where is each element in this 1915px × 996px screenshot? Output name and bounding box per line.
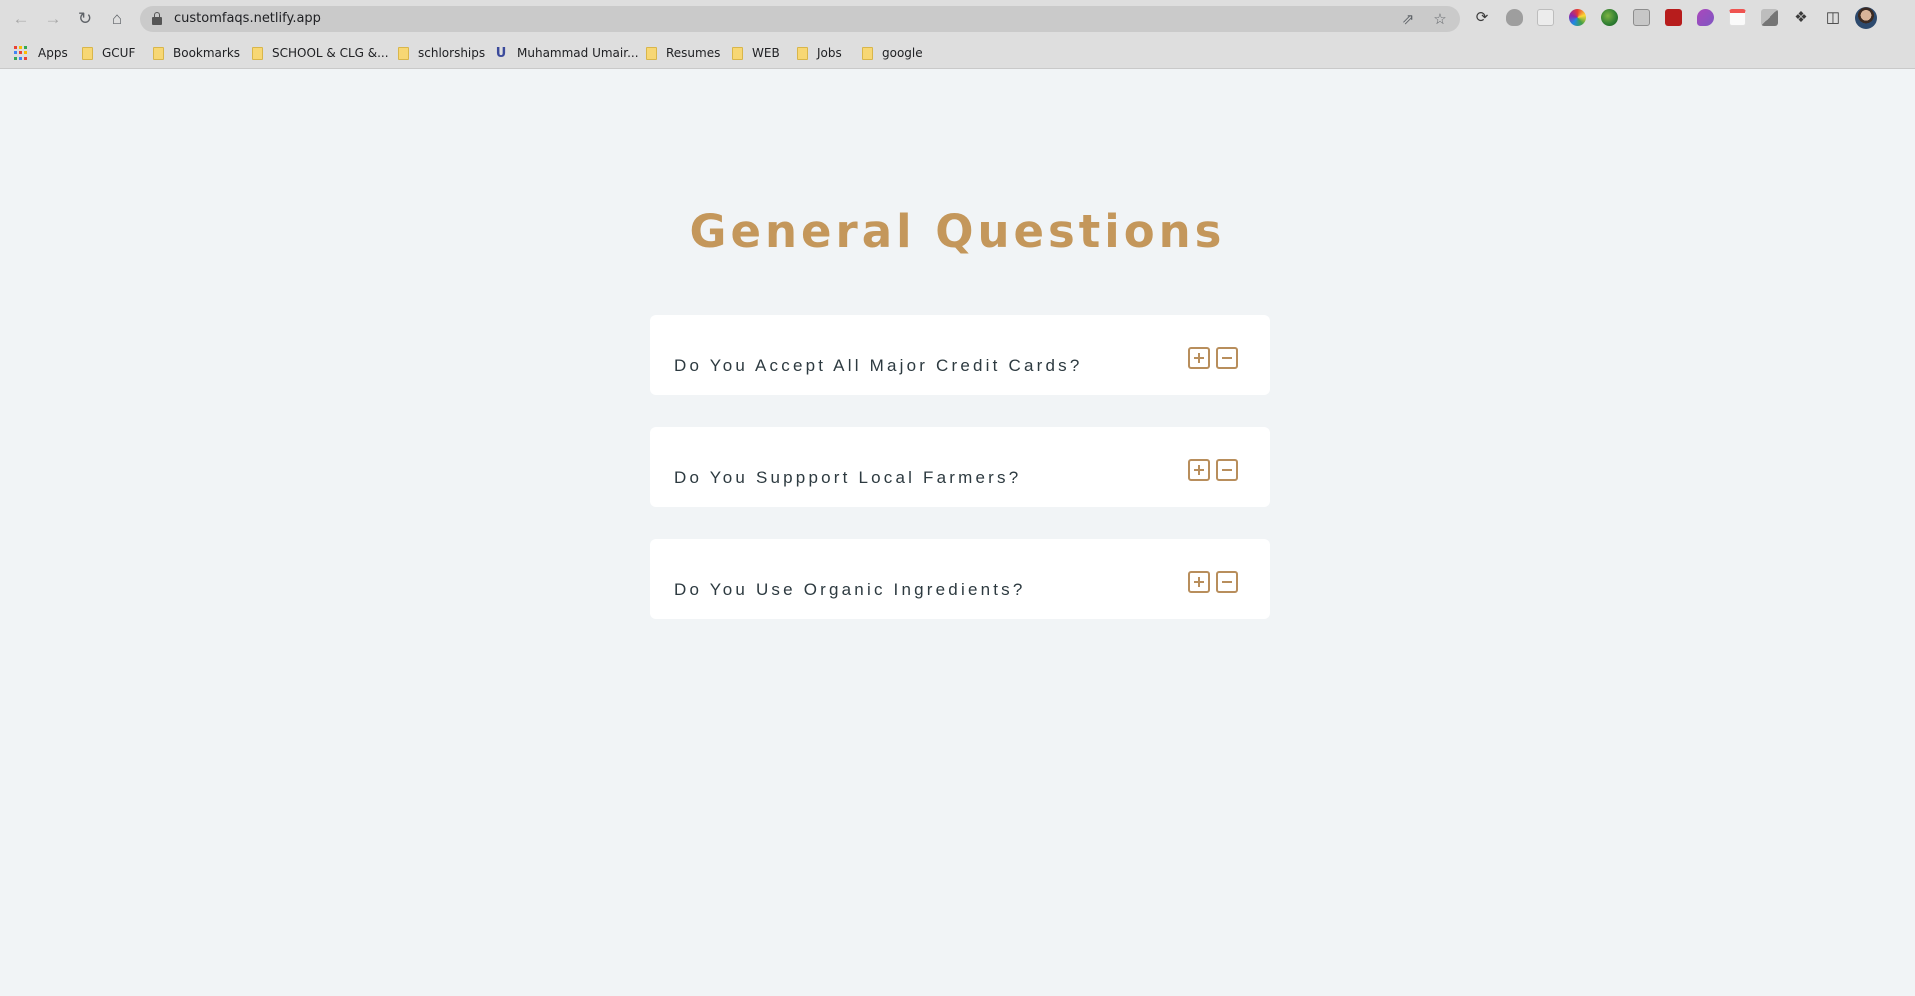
faq-item[interactable]: Do You Use Organic Ingredients? <box>650 539 1270 619</box>
faq-list: Do You Accept All Major Credit Cards? Do… <box>650 315 1270 651</box>
bookmark-label: SCHOOL & CLG &... <box>272 46 389 60</box>
bookmark-school-clg[interactable]: SCHOOL & CLG &... <box>252 43 389 63</box>
bookmark-google[interactable]: google <box>862 43 923 63</box>
folder-icon <box>82 46 93 60</box>
expand-plus-icon[interactable] <box>1188 459 1210 481</box>
bookmark-label: WEB <box>752 46 780 60</box>
faq-item[interactable]: Do You Suppport Local Farmers? <box>650 427 1270 507</box>
expand-plus-icon[interactable] <box>1188 571 1210 593</box>
bookmarks-bar: Apps GCUF Bookmarks SCHOOL & CLG &... sc… <box>0 37 1915 69</box>
bookmark-label: GCUF <box>102 46 136 60</box>
color-picker-extension-icon[interactable] <box>1569 9 1586 26</box>
shield-extension-icon[interactable] <box>1506 9 1523 26</box>
folder-icon <box>797 46 808 60</box>
browser-toolbar: ← → ↻ ⌂ customfaqs.netlify.app ⇗ ☆ ⟳ ❖ ◫ <box>0 0 1915 37</box>
profile-avatar[interactable] <box>1855 7 1877 29</box>
collapse-minus-icon[interactable] <box>1216 459 1238 481</box>
bookmark-label: Muhammad Umair... <box>517 46 639 60</box>
bookmark-label: Apps <box>38 46 68 60</box>
forward-arrow-icon[interactable]: → <box>40 6 66 32</box>
home-icon[interactable]: ⌂ <box>104 6 130 32</box>
bookmark-label: google <box>882 46 923 60</box>
url-text[interactable]: customfaqs.netlify.app <box>174 11 321 26</box>
calendar-extension-icon[interactable] <box>1729 9 1746 26</box>
back-arrow-icon[interactable]: ← <box>8 6 34 32</box>
folder-icon <box>398 46 409 60</box>
folder-icon <box>646 46 657 60</box>
bookmark-web[interactable]: WEB <box>732 43 780 63</box>
extensions-puzzle-icon[interactable]: ❖ <box>1791 7 1811 27</box>
folder-icon <box>252 46 263 60</box>
collapse-minus-icon[interactable] <box>1216 347 1238 369</box>
faq-question[interactable]: Do You Use Organic Ingredients? <box>674 580 1026 600</box>
bookmark-gcuf[interactable]: GCUF <box>82 43 135 63</box>
bookmark-label: Resumes <box>666 46 721 60</box>
globe-extension-icon[interactable] <box>1601 9 1618 26</box>
folder-icon <box>732 46 743 60</box>
bookmark-star-icon[interactable]: ☆ <box>1430 9 1450 29</box>
folder-icon <box>862 46 873 60</box>
paint-extension-icon[interactable] <box>1697 9 1714 26</box>
bookmark-label: Jobs <box>817 46 842 60</box>
address-bar[interactable]: customfaqs.netlify.app ⇗ ☆ <box>140 6 1460 32</box>
bookmark-jobs[interactable]: Jobs <box>797 43 842 63</box>
wappalyzer-extension-icon[interactable] <box>1665 9 1682 26</box>
bookmark-bookmarks[interactable]: Bookmarks <box>153 43 240 63</box>
page-content: General Questions Do You Accept All Majo… <box>0 70 1915 996</box>
bookmark-apps[interactable]: Apps <box>14 43 68 63</box>
bookmark-muhammad-umair[interactable]: U Muhammad Umair... <box>494 43 639 63</box>
bookmark-label: Bookmarks <box>173 46 241 60</box>
sync-extension-icon[interactable]: ⟳ <box>1472 7 1492 27</box>
faq-question[interactable]: Do You Accept All Major Credit Cards? <box>674 356 1083 376</box>
reload-icon[interactable]: ↻ <box>72 6 98 32</box>
faq-question[interactable]: Do You Suppport Local Farmers? <box>674 468 1021 488</box>
lock-icon <box>152 12 162 25</box>
page-title: General Questions <box>689 205 1226 258</box>
faq-item[interactable]: Do You Accept All Major Credit Cards? <box>650 315 1270 395</box>
apps-grid-icon <box>14 46 28 60</box>
collapse-minus-icon[interactable] <box>1216 571 1238 593</box>
window-extension-icon[interactable] <box>1633 9 1650 26</box>
screenshot-extension-icon[interactable] <box>1537 9 1554 26</box>
folder-icon <box>153 46 164 60</box>
share-icon[interactable]: ⇗ <box>1398 9 1418 29</box>
bookmark-resumes[interactable]: Resumes <box>646 43 720 63</box>
side-panel-icon[interactable]: ◫ <box>1823 7 1843 27</box>
bookmark-schlorships[interactable]: schlorships <box>398 43 485 63</box>
bookmark-label: schlorships <box>418 46 486 60</box>
expand-plus-icon[interactable] <box>1188 347 1210 369</box>
ruler-extension-icon[interactable] <box>1761 9 1778 26</box>
site-favicon-icon: U <box>495 45 507 61</box>
